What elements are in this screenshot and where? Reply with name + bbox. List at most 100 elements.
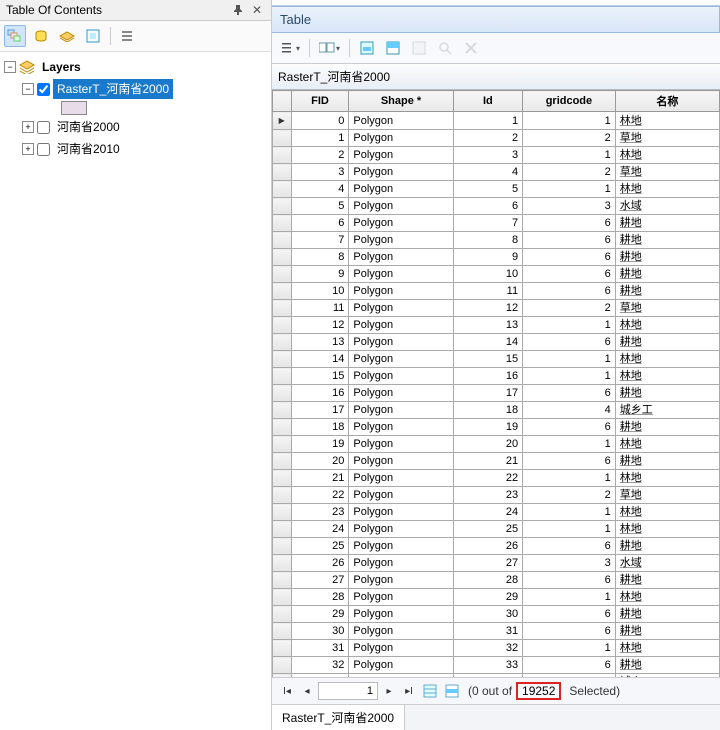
related-tables-button[interactable]: ▾ bbox=[316, 37, 343, 59]
row-selector[interactable] bbox=[273, 147, 292, 164]
cell[interactable]: Polygon bbox=[349, 555, 453, 572]
layer-visibility-checkbox[interactable] bbox=[37, 83, 50, 96]
cell[interactable]: Polygon bbox=[349, 198, 453, 215]
cell[interactable]: Polygon bbox=[349, 300, 453, 317]
cell[interactable]: Polygon bbox=[349, 657, 453, 674]
layer-item[interactable]: +河南省2010 bbox=[2, 138, 269, 160]
table-row[interactable]: 26Polygon273水域 bbox=[273, 555, 720, 572]
cell[interactable]: Polygon bbox=[349, 521, 453, 538]
cell[interactable]: 20 bbox=[453, 436, 522, 453]
column-header[interactable]: 名称 bbox=[615, 91, 719, 112]
cell[interactable]: 6 bbox=[523, 215, 616, 232]
cell[interactable]: 林地 bbox=[615, 504, 719, 521]
cell[interactable]: Polygon bbox=[349, 572, 453, 589]
cell[interactable]: 6 bbox=[523, 334, 616, 351]
show-selected-records-button[interactable] bbox=[443, 683, 461, 699]
next-record-button[interactable]: ▸ bbox=[380, 682, 398, 700]
cell[interactable]: 29 bbox=[453, 589, 522, 606]
row-selector[interactable] bbox=[273, 283, 292, 300]
table-row[interactable]: 8Polygon96耕地 bbox=[273, 249, 720, 266]
row-selector[interactable] bbox=[273, 521, 292, 538]
table-row[interactable]: 19Polygon201林地 bbox=[273, 436, 720, 453]
table-row[interactable]: 20Polygon216耕地 bbox=[273, 453, 720, 470]
options-button[interactable] bbox=[117, 25, 139, 47]
collapse-icon[interactable]: − bbox=[22, 83, 34, 95]
table-row[interactable]: 16Polygon176耕地 bbox=[273, 385, 720, 402]
table-row[interactable]: 2Polygon31林地 bbox=[273, 147, 720, 164]
table-row[interactable]: 14Polygon151林地 bbox=[273, 351, 720, 368]
cell[interactable]: 21 bbox=[453, 453, 522, 470]
row-selector[interactable] bbox=[273, 589, 292, 606]
layer-tree[interactable]: − Layers −RasterT_河南省2000+河南省2000+河南省201… bbox=[0, 52, 271, 730]
close-icon[interactable]: ✕ bbox=[249, 3, 265, 17]
table-row[interactable]: 3Polygon42草地 bbox=[273, 164, 720, 181]
cell[interactable]: 18 bbox=[453, 402, 522, 419]
cell[interactable]: Polygon bbox=[349, 164, 453, 181]
cell[interactable]: 4 bbox=[291, 181, 349, 198]
cell[interactable]: 13 bbox=[453, 317, 522, 334]
cell[interactable]: Polygon bbox=[349, 112, 453, 130]
record-position-input[interactable] bbox=[318, 682, 378, 700]
clear-selection-button[interactable] bbox=[408, 37, 430, 59]
cell[interactable]: Polygon bbox=[349, 317, 453, 334]
cell[interactable]: 16 bbox=[453, 368, 522, 385]
cell[interactable]: 1 bbox=[523, 470, 616, 487]
cell[interactable]: Polygon bbox=[349, 436, 453, 453]
cell[interactable]: 3 bbox=[523, 555, 616, 572]
row-selector[interactable] bbox=[273, 436, 292, 453]
cell[interactable]: Polygon bbox=[349, 130, 453, 147]
cell[interactable]: Polygon bbox=[349, 589, 453, 606]
cell[interactable]: Polygon bbox=[349, 385, 453, 402]
cell[interactable]: 6 bbox=[523, 232, 616, 249]
cell[interactable]: 耕地 bbox=[615, 215, 719, 232]
cell[interactable]: 1 bbox=[523, 640, 616, 657]
cell[interactable]: 4 bbox=[453, 164, 522, 181]
table-grid[interactable]: FIDShape *Idgridcode名称 0Polygon11林地1Poly… bbox=[272, 90, 720, 677]
row-selector[interactable] bbox=[273, 470, 292, 487]
cell[interactable]: Polygon bbox=[349, 606, 453, 623]
cell[interactable]: Polygon bbox=[349, 623, 453, 640]
table-row[interactable]: 11Polygon122草地 bbox=[273, 300, 720, 317]
cell[interactable]: 1 bbox=[523, 351, 616, 368]
row-selector[interactable] bbox=[273, 368, 292, 385]
cell[interactable]: Polygon bbox=[349, 249, 453, 266]
cell[interactable]: 1 bbox=[523, 436, 616, 453]
cell[interactable]: 1 bbox=[523, 317, 616, 334]
row-selector[interactable] bbox=[273, 181, 292, 198]
cell[interactable]: 耕地 bbox=[615, 283, 719, 300]
list-by-visibility-button[interactable] bbox=[56, 25, 78, 47]
cell[interactable]: 19 bbox=[291, 436, 349, 453]
row-selector[interactable] bbox=[273, 385, 292, 402]
prev-record-button[interactable]: ◂ bbox=[298, 682, 316, 700]
column-header[interactable]: FID bbox=[291, 91, 349, 112]
cell[interactable]: 草地 bbox=[615, 487, 719, 504]
layer-label[interactable]: 河南省2000 bbox=[53, 117, 124, 137]
symbol-swatch[interactable] bbox=[61, 101, 87, 115]
column-header[interactable]: Shape * bbox=[349, 91, 453, 112]
cell[interactable]: 林地 bbox=[615, 147, 719, 164]
cell[interactable]: 林地 bbox=[615, 112, 719, 130]
cell[interactable]: Polygon bbox=[349, 504, 453, 521]
row-selector[interactable] bbox=[273, 232, 292, 249]
cell[interactable]: Polygon bbox=[349, 232, 453, 249]
cell[interactable]: 24 bbox=[291, 521, 349, 538]
cell[interactable]: Polygon bbox=[349, 402, 453, 419]
cell[interactable]: 2 bbox=[523, 130, 616, 147]
cell[interactable]: Polygon bbox=[349, 453, 453, 470]
cell[interactable]: Polygon bbox=[349, 215, 453, 232]
cell[interactable]: 27 bbox=[291, 572, 349, 589]
expand-icon[interactable]: + bbox=[22, 143, 34, 155]
layers-root-label[interactable]: Layers bbox=[38, 57, 85, 77]
cell[interactable]: 耕地 bbox=[615, 334, 719, 351]
cell[interactable]: 1 bbox=[453, 112, 522, 130]
cell[interactable]: 5 bbox=[453, 181, 522, 198]
cell[interactable]: 14 bbox=[453, 334, 522, 351]
column-header[interactable]: gridcode bbox=[523, 91, 616, 112]
cell[interactable]: 5 bbox=[291, 198, 349, 215]
cell[interactable]: Polygon bbox=[349, 181, 453, 198]
cell[interactable]: 2 bbox=[291, 147, 349, 164]
cell[interactable]: 水域 bbox=[615, 555, 719, 572]
cell[interactable]: 林地 bbox=[615, 368, 719, 385]
cell[interactable]: 28 bbox=[291, 589, 349, 606]
table-row[interactable]: 24Polygon251林地 bbox=[273, 521, 720, 538]
